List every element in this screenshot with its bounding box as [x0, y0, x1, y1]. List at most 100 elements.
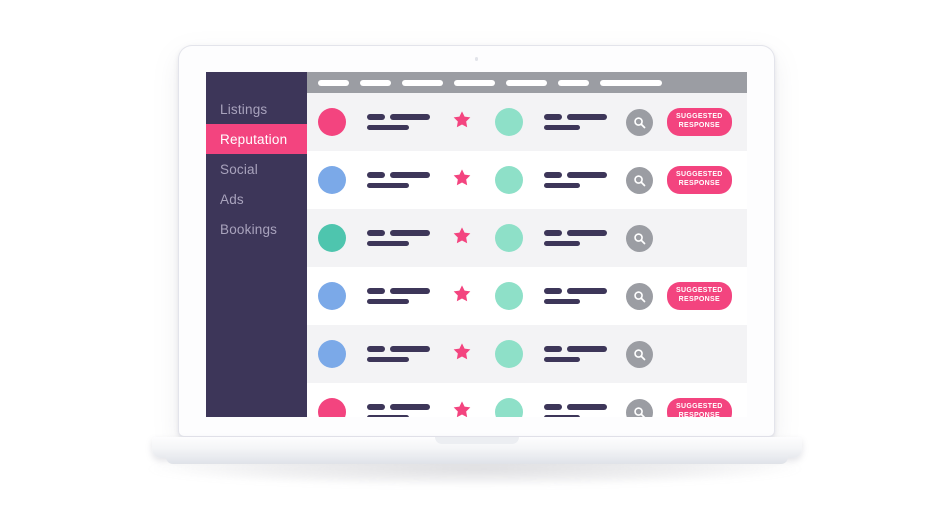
name-placeholder-lines: [367, 172, 430, 188]
avatar: [318, 340, 346, 368]
placeholder-bar: [390, 404, 430, 410]
sidebar-item-label: Reputation: [220, 131, 288, 147]
detail-placeholder-lines: [544, 404, 607, 417]
placeholder-bar: [544, 230, 562, 236]
rating-star-icon: [452, 110, 472, 135]
table-body: SUGGESTED RESPONSE SUGGESTED RESPONSE SUGG…: [307, 93, 747, 417]
suggested-response-button[interactable]: SUGGESTED RESPONSE: [667, 108, 732, 136]
laptop-lid: Listings Reputation Social Ads Bookings SUGG…: [178, 45, 775, 437]
placeholder-line: [544, 404, 607, 410]
sidebar-item-bookings[interactable]: Bookings: [206, 214, 307, 244]
sidebar-item-listings[interactable]: Listings: [206, 94, 307, 124]
placeholder-line: [544, 230, 607, 236]
placeholder-bar: [390, 346, 430, 352]
placeholder-bar: [390, 172, 430, 178]
table-row[interactable]: SUGGESTED RESPONSE: [307, 383, 747, 417]
placeholder-bar: [367, 230, 385, 236]
column-header-placeholder: [600, 79, 662, 86]
search-icon-button[interactable]: [626, 398, 653, 417]
suggested-response-button[interactable]: SUGGESTED RESPONSE: [667, 282, 732, 310]
placeholder-bar: [367, 172, 385, 178]
laptop-screen: Listings Reputation Social Ads Bookings SUGG…: [206, 72, 747, 417]
search-icon-button[interactable]: [626, 282, 653, 310]
status-dot: [495, 340, 523, 368]
placeholder-bar: [567, 230, 607, 236]
sidebar-item-social[interactable]: Social: [206, 154, 307, 184]
rating-star-icon: [452, 400, 472, 418]
placeholder-bar: [544, 414, 580, 417]
status-dot: [495, 282, 523, 310]
sidebar-item-reputation[interactable]: Reputation: [206, 124, 307, 154]
placeholder-bar: [390, 114, 430, 120]
placeholder-line: [367, 230, 430, 236]
status-dot: [495, 166, 523, 194]
placeholder-bar: [367, 182, 409, 188]
rating-star-icon: [452, 168, 472, 193]
suggested-response-button[interactable]: SUGGESTED RESPONSE: [667, 398, 732, 417]
scene: Listings Reputation Social Ads Bookings SUGG…: [0, 0, 950, 514]
detail-placeholder-lines: [544, 172, 607, 188]
placeholder-bar: [367, 288, 385, 294]
placeholder-bar: [367, 346, 385, 352]
search-icon-button[interactable]: [626, 166, 653, 194]
placeholder-bar: [367, 404, 385, 410]
laptop-base-foot: [166, 455, 788, 464]
rating-star-icon: [452, 284, 472, 309]
table-row[interactable]: SUGGESTED RESPONSE: [307, 93, 747, 151]
placeholder-line: [367, 288, 430, 294]
detail-placeholder-lines: [544, 346, 607, 362]
column-header-placeholder: [454, 79, 495, 86]
name-placeholder-lines: [367, 346, 430, 362]
sidebar-item-label: Bookings: [220, 221, 278, 237]
placeholder-bar: [390, 230, 430, 236]
placeholder-line: [544, 114, 607, 120]
placeholder-line: [367, 172, 430, 178]
placeholder-bar: [567, 346, 607, 352]
placeholder-bar: [544, 182, 580, 188]
placeholder-bar: [367, 414, 409, 417]
placeholder-line: [367, 114, 430, 120]
avatar: [318, 282, 346, 310]
avatar: [318, 108, 346, 136]
placeholder-bar: [544, 404, 562, 410]
placeholder-bar: [567, 114, 607, 120]
column-header-placeholder: [402, 79, 443, 86]
detail-placeholder-lines: [544, 114, 607, 130]
table-row[interactable]: SUGGESTED RESPONSE: [307, 325, 747, 383]
placeholder-line: [367, 346, 430, 352]
avatar: [318, 398, 346, 417]
placeholder-bar: [567, 404, 607, 410]
sidebar-item-label: Listings: [220, 101, 268, 117]
placeholder-line: [544, 172, 607, 178]
placeholder-bar: [367, 356, 409, 362]
placeholder-bar: [544, 346, 562, 352]
placeholder-bar: [367, 114, 385, 120]
placeholder-bar: [544, 288, 562, 294]
search-icon-button[interactable]: [626, 340, 653, 368]
column-header-placeholder: [558, 79, 589, 86]
detail-placeholder-lines: [544, 288, 607, 304]
table-row[interactable]: SUGGESTED RESPONSE: [307, 151, 747, 209]
sidebar: Listings Reputation Social Ads Bookings: [206, 72, 307, 417]
sidebar-item-ads[interactable]: Ads: [206, 184, 307, 214]
sidebar-item-label: Ads: [220, 191, 244, 207]
status-dot: [495, 108, 523, 136]
placeholder-bar: [544, 240, 580, 246]
column-header-placeholder: [318, 79, 349, 86]
sidebar-item-label: Social: [220, 161, 258, 177]
column-header-placeholder: [360, 79, 391, 86]
search-icon-button[interactable]: [626, 224, 653, 252]
table-header-row: [307, 72, 747, 93]
placeholder-bar: [367, 298, 409, 304]
placeholder-bar: [367, 240, 409, 246]
placeholder-line: [544, 288, 607, 294]
column-header-placeholder: [506, 79, 547, 86]
placeholder-bar: [544, 114, 562, 120]
suggested-response-button[interactable]: SUGGESTED RESPONSE: [667, 166, 732, 194]
name-placeholder-lines: [367, 288, 430, 304]
app-window: Listings Reputation Social Ads Bookings SUGG…: [206, 72, 747, 417]
table-row[interactable]: SUGGESTED RESPONSE: [307, 209, 747, 267]
search-icon-button[interactable]: [626, 108, 653, 136]
table-row[interactable]: SUGGESTED RESPONSE: [307, 267, 747, 325]
placeholder-bar: [567, 288, 607, 294]
